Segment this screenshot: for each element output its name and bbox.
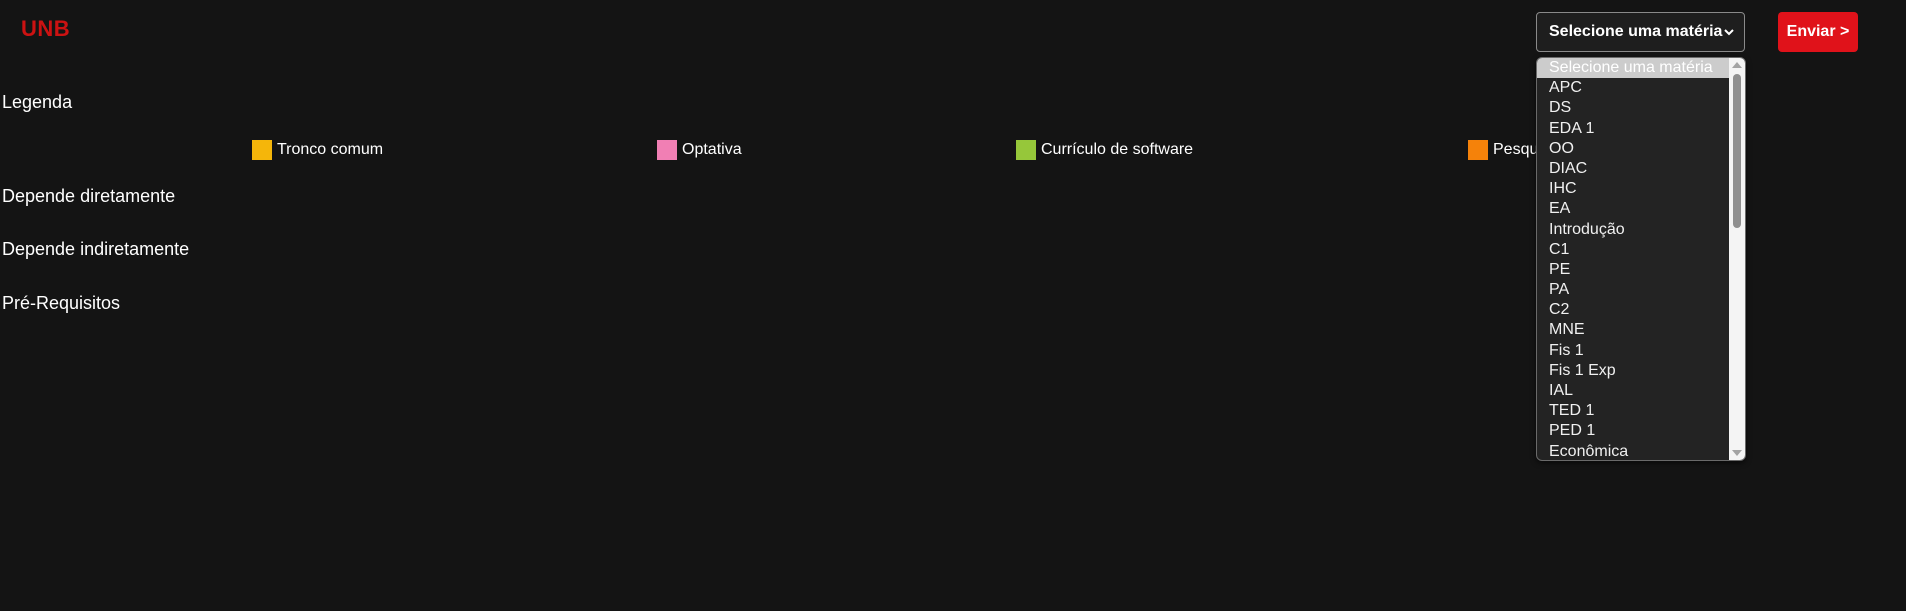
dropdown-option[interactable]: DIAC: [1537, 159, 1729, 179]
dropdown-option[interactable]: APC: [1537, 78, 1729, 98]
dropdown-option[interactable]: PED 1: [1537, 421, 1729, 441]
dropdown-scrollbar[interactable]: [1729, 58, 1745, 460]
dropdown-option[interactable]: EA: [1537, 199, 1729, 219]
legend-item-curriculo-software: Currículo de software: [1016, 140, 1193, 160]
prerequisites-heading: Pré-Requisitos: [2, 293, 121, 313]
legend-label: Optativa: [682, 141, 742, 158]
dropdown-option[interactable]: OO: [1537, 139, 1729, 159]
subject-dropdown-list[interactable]: Selecione uma matéria APC DS EDA 1 OO DI…: [1536, 57, 1746, 461]
legend-swatch: [252, 140, 272, 160]
chevron-down-icon: [1724, 29, 1734, 36]
scroll-down-arrow-icon[interactable]: [1732, 450, 1742, 456]
legend-item-optativa: Optativa: [657, 140, 742, 160]
dropdown-option[interactable]: C2: [1537, 300, 1729, 320]
dropdown-option[interactable]: IAL: [1537, 381, 1729, 401]
dropdown-option[interactable]: MNE: [1537, 320, 1729, 340]
dropdown-option[interactable]: Selecione uma matéria: [1537, 58, 1729, 79]
dropdown-option[interactable]: IHC: [1537, 179, 1729, 199]
dropdown-options: Selecione uma matéria APC DS EDA 1 OO DI…: [1537, 58, 1729, 460]
dropdown-option[interactable]: Fis 1: [1537, 341, 1729, 361]
dropdown-option[interactable]: Econômica: [1537, 442, 1729, 460]
subject-select-value: Selecione uma matéria: [1549, 23, 1723, 40]
legend-label: Pesqu: [1493, 141, 1539, 158]
dropdown-option[interactable]: PE: [1537, 260, 1729, 280]
legend-label: Currículo de software: [1041, 141, 1194, 158]
legend-heading: Legenda: [2, 92, 73, 112]
legend-swatch: [1016, 140, 1036, 160]
scroll-up-arrow-icon[interactable]: [1732, 62, 1742, 68]
legend-swatch: [657, 140, 677, 160]
dropdown-option[interactable]: Fis 1 Exp: [1537, 361, 1729, 381]
dropdown-option[interactable]: C1: [1537, 240, 1729, 260]
send-button[interactable]: Enviar >: [1778, 12, 1858, 52]
legend-swatch: [1468, 140, 1488, 160]
dropdown-option[interactable]: DS: [1537, 98, 1729, 118]
subject-select[interactable]: Selecione uma matéria: [1536, 12, 1745, 52]
dropdown-option[interactable]: EDA 1: [1537, 119, 1729, 139]
scrollbar-thumb[interactable]: [1733, 74, 1741, 228]
depends-indirectly-heading: Depende indiretamente: [2, 239, 190, 259]
dropdown-option[interactable]: PA: [1537, 280, 1729, 300]
legend-label: Tronco comum: [277, 141, 384, 158]
depends-directly-heading: Depende diretamente: [2, 186, 176, 206]
logo[interactable]: UNB: [21, 16, 70, 42]
legend-item-pesquisa: Pesqu: [1468, 140, 1538, 160]
dropdown-option[interactable]: TED 1: [1537, 401, 1729, 421]
legend-item-tronco-comum: Tronco comum: [252, 140, 383, 160]
dropdown-option[interactable]: Introdução: [1537, 220, 1729, 240]
